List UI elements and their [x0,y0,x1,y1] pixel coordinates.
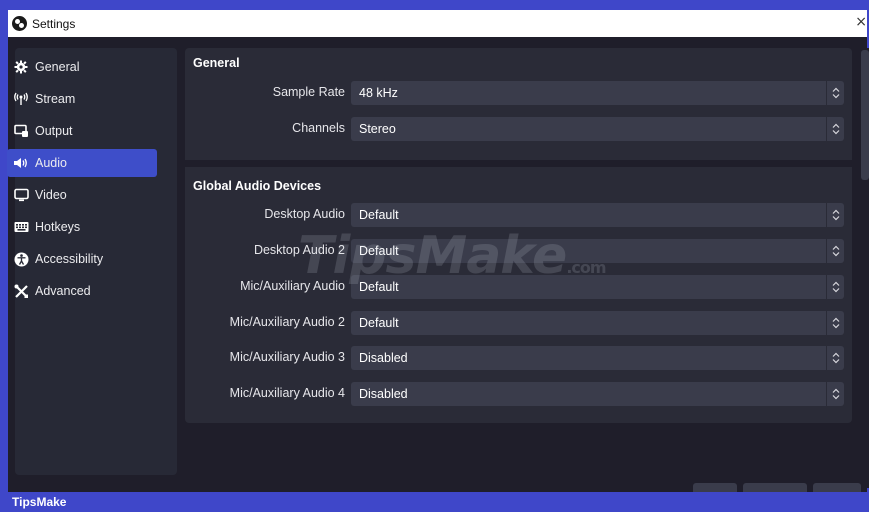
global-audio-devices-title: Global Audio Devices [193,179,322,193]
mic-aux-audio-4-select[interactable]: Disabled [351,382,844,406]
chevron-up-down-icon [826,382,844,406]
sample-rate-select[interactable]: 48 kHz [351,81,844,105]
desktop-audio-2-label: Desktop Audio 2 [253,243,345,257]
section-divider [185,160,852,167]
mic-aux-audio-3-label: Mic/Auxiliary Audio 3 [229,350,345,364]
channels-label: Channels [292,121,345,135]
close-icon[interactable]: × [855,14,867,30]
sidebar-item-label: Hotkeys [35,220,81,234]
mic-aux-audio-2-value: Default [359,316,399,330]
chevron-up-down-icon [826,311,844,335]
footer-brand-bar: TipsMake [0,492,869,512]
sidebar-item-label: General [35,60,80,74]
mic-aux-audio-4-value: Disabled [359,387,408,401]
window-title: Settings [32,16,76,31]
desktop-audio-2-select[interactable]: Default [351,239,844,263]
sample-rate-label: Sample Rate [272,85,345,99]
obs-logo-icon [12,16,27,31]
chevron-up-down-icon [826,275,844,299]
desktop-audio-2-value: Default [359,244,399,258]
mic-aux-audio-3-value: Disabled [359,351,408,365]
mic-aux-audio-4-label: Mic/Auxiliary Audio 4 [229,386,345,400]
desktop-audio-label: Desktop Audio [264,207,345,221]
sidebar-item-label: Audio [35,156,67,170]
channels-select[interactable]: Stereo [351,117,844,141]
sidebar-item-general[interactable]: General [7,53,157,81]
footer-brand: TipsMake [12,495,67,509]
chevron-up-down-icon [826,203,844,227]
tools-icon [13,283,29,299]
gear-icon [13,59,29,75]
speaker-icon [13,155,29,171]
desktop-audio-select[interactable]: Default [351,203,844,227]
chevron-up-down-icon [826,117,844,141]
output-icon [13,123,29,139]
title-bar: Settings × [8,10,867,37]
mic-aux-audio-2-select[interactable]: Default [351,311,844,335]
sidebar-item-audio[interactable]: Audio [7,149,157,177]
mic-aux-audio-2-label: Mic/Auxiliary Audio 2 [229,315,345,329]
mic-aux-audio-value: Default [359,280,399,294]
accessibility-icon [13,251,29,267]
sidebar-item-video[interactable]: Video [7,181,157,209]
sample-rate-value: 48 kHz [359,86,398,100]
chevron-up-down-icon [826,81,844,105]
scrollbar-thumb[interactable] [861,50,869,180]
mic-aux-audio-3-select[interactable]: Disabled [351,346,844,370]
mic-aux-audio-select[interactable]: Default [351,275,844,299]
sidebar-item-label: Video [35,188,67,202]
keyboard-icon [13,219,29,235]
antenna-icon [13,91,29,107]
desktop-audio-value: Default [359,208,399,222]
mic-aux-audio-label: Mic/Auxiliary Audio [240,279,345,293]
general-section-title: General [193,56,240,70]
chevron-up-down-icon [826,346,844,370]
monitor-icon [13,187,29,203]
chevron-up-down-icon [826,239,844,263]
channels-value: Stereo [359,122,396,136]
